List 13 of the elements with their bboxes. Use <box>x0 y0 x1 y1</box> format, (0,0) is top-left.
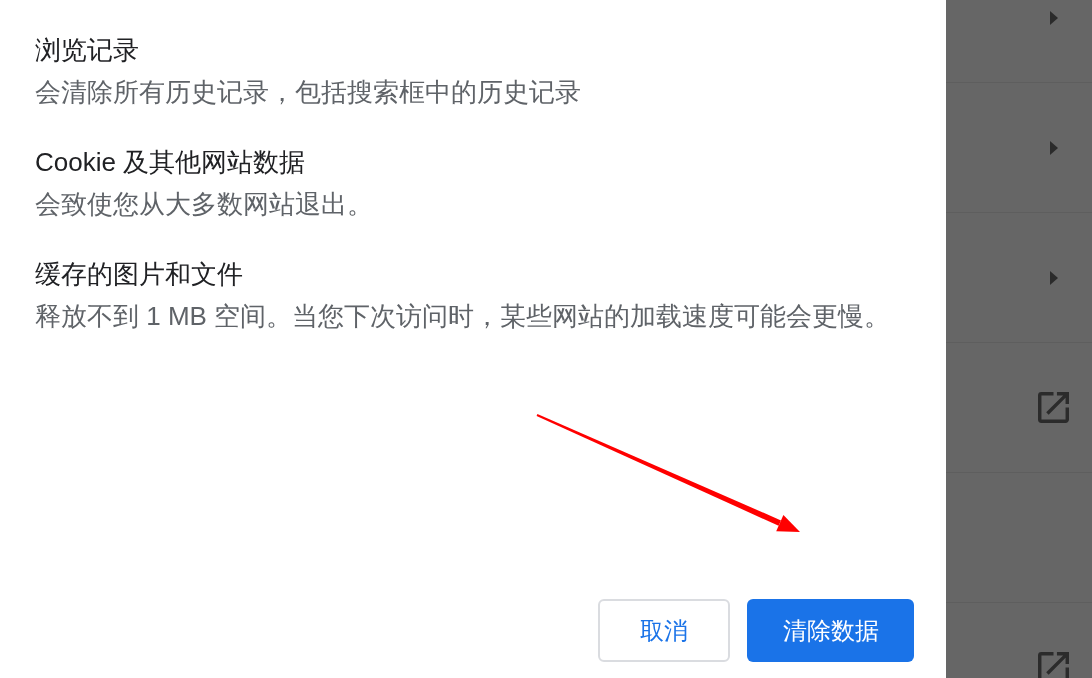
caret-right-icon <box>1049 270 1058 285</box>
cancel-button[interactable]: 取消 <box>598 599 730 662</box>
caret-right-icon <box>1049 10 1058 25</box>
option-title: Cookie 及其他网站数据 <box>35 146 307 179</box>
option-description: 会清除所有历史记录，包括搜索框中的历史记录 <box>35 76 582 109</box>
option-title: 缓存的图片和文件 <box>35 258 244 291</box>
external-link-icon <box>1038 392 1069 423</box>
option-description: 释放不到 1 MB 空间。当您下次访问时，某些网站的加载速度可能会更慢。 <box>35 300 892 333</box>
caret-right-icon <box>1049 140 1058 155</box>
option-description: 会致使您从大多数网站退出。 <box>35 188 374 221</box>
option-title: 浏览记录 <box>35 34 140 67</box>
clear-data-button[interactable]: 清除数据 <box>747 599 914 662</box>
external-link-icon <box>1038 652 1069 678</box>
